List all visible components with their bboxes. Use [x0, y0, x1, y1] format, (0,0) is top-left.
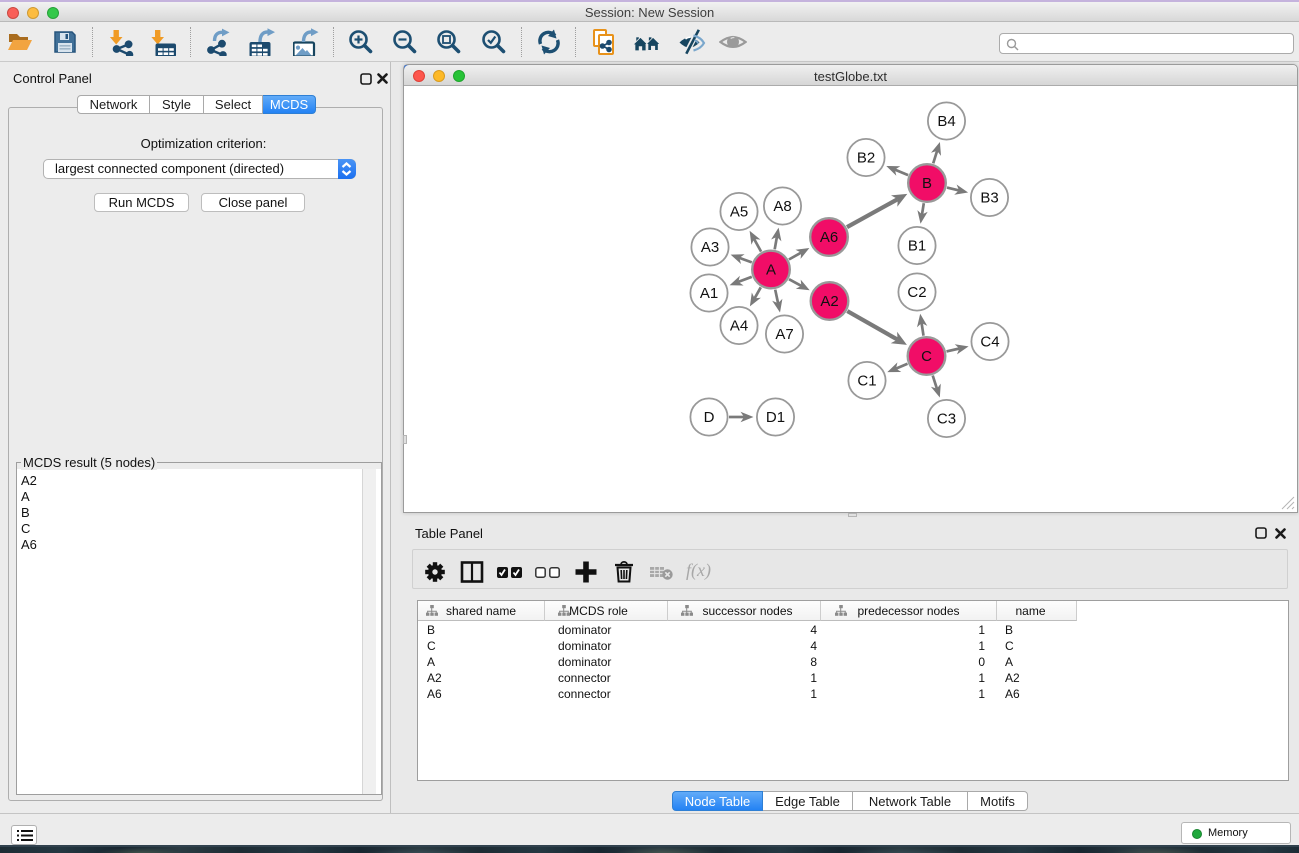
svg-text:C4: C4 — [980, 334, 999, 351]
svg-text:B4: B4 — [937, 113, 955, 130]
svg-text:A1: A1 — [700, 285, 718, 302]
svg-text:A: A — [766, 262, 776, 279]
svg-text:C2: C2 — [907, 284, 926, 301]
svg-text:D1: D1 — [766, 409, 785, 426]
svg-text:D: D — [704, 409, 715, 426]
svg-text:A2: A2 — [820, 293, 838, 310]
svg-text:A5: A5 — [730, 204, 748, 221]
svg-text:B1: B1 — [908, 238, 926, 255]
svg-text:A8: A8 — [773, 198, 791, 215]
svg-text:C3: C3 — [937, 411, 956, 428]
svg-text:A7: A7 — [775, 326, 793, 343]
svg-text:B2: B2 — [857, 150, 875, 167]
svg-text:B: B — [922, 175, 932, 192]
svg-text:A4: A4 — [730, 318, 748, 335]
svg-text:A6: A6 — [820, 229, 838, 246]
svg-text:A3: A3 — [701, 239, 719, 256]
svg-text:C1: C1 — [857, 373, 876, 390]
svg-text:C: C — [921, 348, 932, 365]
svg-text:B3: B3 — [980, 190, 998, 207]
